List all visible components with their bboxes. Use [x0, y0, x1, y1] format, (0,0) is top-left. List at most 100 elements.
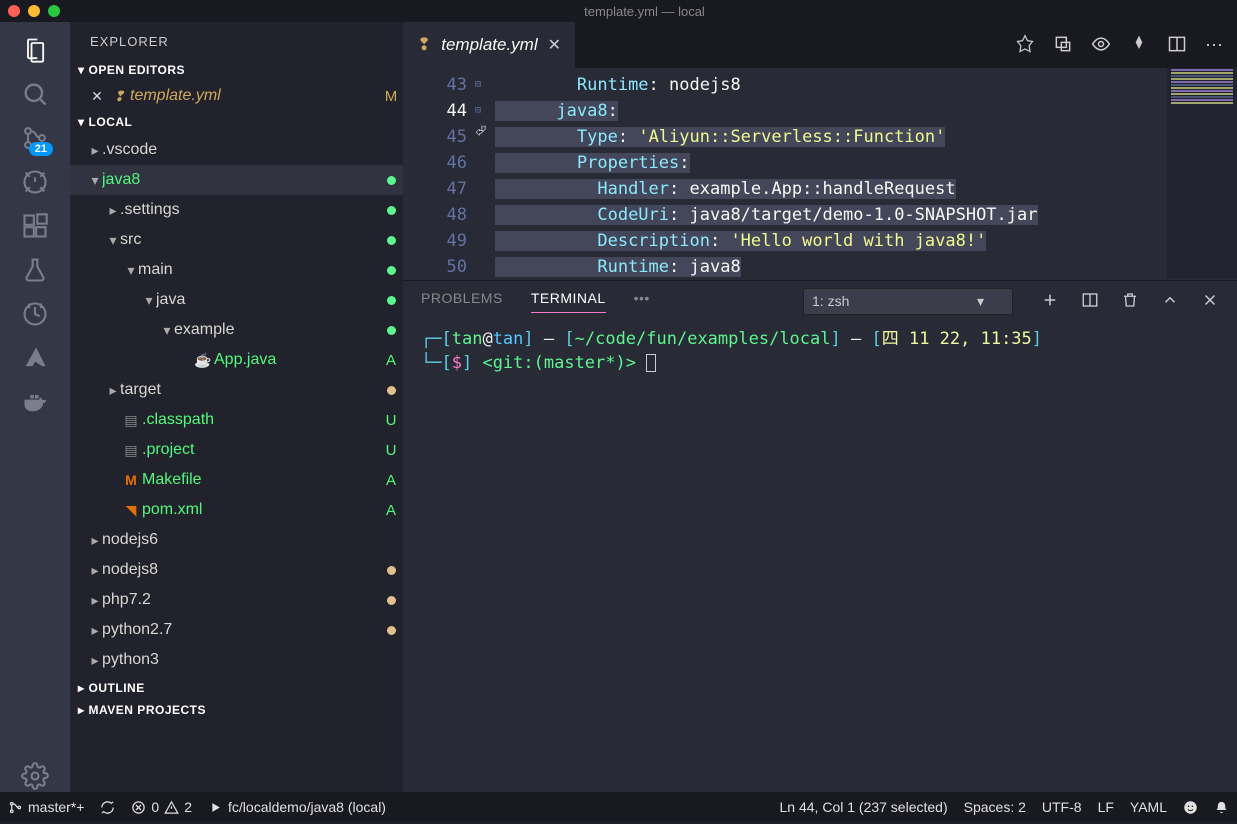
- tree-item[interactable]: ▸.settings: [70, 195, 403, 225]
- feedback-icon[interactable]: [1183, 800, 1198, 815]
- tree-item[interactable]: ▸python3: [70, 645, 403, 675]
- tree-item[interactable]: ▸target: [70, 375, 403, 405]
- git-status-indicator: [379, 172, 403, 189]
- tree-item[interactable]: ▾main: [70, 255, 403, 285]
- mouse-cursor-icon: ⮰: [475, 118, 486, 144]
- cursor-position-status[interactable]: Ln 44, Col 1 (237 selected): [780, 799, 948, 815]
- debug-icon[interactable]: [19, 166, 51, 198]
- editor-tab[interactable]: ❢ template.yml ✕: [403, 22, 575, 68]
- explorer-sidebar: EXPLORER ▾ OPEN EDITORS ✕ ❢ template.yml…: [70, 22, 403, 792]
- new-terminal-icon[interactable]: [1041, 291, 1059, 312]
- close-panel-icon[interactable]: [1201, 291, 1219, 312]
- tree-item-label: pom.xml: [142, 501, 379, 519]
- close-tab-icon[interactable]: ✕: [548, 35, 561, 55]
- tab-problems[interactable]: PROBLEMS: [421, 290, 503, 312]
- tab-terminal[interactable]: TERMINAL: [531, 290, 606, 313]
- encoding-status[interactable]: UTF-8: [1042, 799, 1082, 815]
- chevron-icon: ▸: [106, 202, 120, 219]
- makefile-icon: M: [120, 472, 142, 488]
- sync-status[interactable]: [100, 800, 115, 815]
- notifications-icon[interactable]: [1214, 800, 1229, 815]
- chevron-icon: ▾: [124, 262, 138, 279]
- open-editor-filename: template.yml: [130, 87, 379, 105]
- minimap[interactable]: [1167, 68, 1237, 278]
- maximize-window-button[interactable]: [48, 5, 60, 17]
- yaml-icon: ❢: [417, 35, 431, 55]
- chevron-icon: ▸: [106, 382, 120, 399]
- eol-status[interactable]: LF: [1098, 799, 1114, 815]
- more-icon[interactable]: •••: [634, 290, 650, 312]
- chevron-down-icon: ▾: [78, 115, 85, 129]
- tree-item[interactable]: ▾example: [70, 315, 403, 345]
- test-icon[interactable]: [19, 254, 51, 286]
- editor-tabbar: ❢ template.yml ✕ ⋯: [403, 22, 1237, 68]
- explorer-icon[interactable]: [19, 34, 51, 66]
- kill-terminal-icon[interactable]: [1121, 291, 1139, 312]
- window-controls: [8, 5, 60, 17]
- activity-bar: 21: [0, 22, 70, 792]
- git-status-indicator: [379, 562, 403, 579]
- close-window-button[interactable]: [8, 5, 20, 17]
- file-icon: ▤: [120, 412, 142, 429]
- status-bar: master*+ 0 2 fc/localdemo/java8 (local) …: [0, 792, 1237, 822]
- tree-item[interactable]: ▸nodejs6: [70, 525, 403, 555]
- docker-icon[interactable]: [19, 386, 51, 418]
- tree-item-label: main: [138, 261, 379, 279]
- tree-item[interactable]: MMakefileA: [70, 465, 403, 495]
- git-status-indicator: A: [379, 502, 403, 519]
- tree-item[interactable]: ▸php7.2: [70, 585, 403, 615]
- terminal-output[interactable]: ┌─[tan@tan] – [~/code/fun/examples/local…: [403, 321, 1237, 381]
- outline-section[interactable]: ▸ OUTLINE: [70, 677, 403, 699]
- git-status-indicator: [379, 382, 403, 399]
- action-icon[interactable]: [1129, 34, 1149, 57]
- tree-item[interactable]: ▸nodejs8: [70, 555, 403, 585]
- maven-section[interactable]: ▸ MAVEN PROJECTS: [70, 699, 403, 721]
- chevron-icon: ▸: [88, 532, 102, 549]
- language-status[interactable]: YAML: [1130, 799, 1167, 815]
- tree-item[interactable]: ▾src: [70, 225, 403, 255]
- tree-item[interactable]: ☕App.javaA: [70, 345, 403, 375]
- git-activity-icon[interactable]: [19, 298, 51, 330]
- tree-item[interactable]: ▤.classpathU: [70, 405, 403, 435]
- search-icon[interactable]: [19, 78, 51, 110]
- split-terminal-icon[interactable]: [1081, 291, 1099, 312]
- git-status-indicator: [379, 232, 403, 249]
- chevron-icon: ▾: [106, 232, 120, 249]
- maximize-panel-icon[interactable]: [1161, 291, 1179, 312]
- code-editor[interactable]: 4344454647484950 ⊟ ⊟ Runtime: nodejs8 ja…: [403, 68, 1237, 280]
- close-icon[interactable]: ✕: [86, 88, 108, 105]
- action-icon[interactable]: [1053, 34, 1073, 57]
- chevron-icon: ▸: [88, 622, 102, 639]
- open-editors-section[interactable]: ▾ OPEN EDITORS: [70, 59, 403, 81]
- tree-item[interactable]: ▾java8: [70, 165, 403, 195]
- git-status-indicator: [379, 322, 403, 339]
- scm-badge: 21: [29, 142, 53, 156]
- extensions-icon[interactable]: [19, 210, 51, 242]
- launch-config-status[interactable]: fc/localdemo/java8 (local): [208, 799, 386, 815]
- reveal-icon[interactable]: [1091, 34, 1111, 57]
- minimize-window-button[interactable]: [28, 5, 40, 17]
- bottom-panel: PROBLEMS TERMINAL ••• 1: zsh ▾: [403, 280, 1237, 780]
- git-branch-status[interactable]: master*+: [8, 799, 84, 815]
- tree-item-label: nodejs6: [102, 531, 379, 549]
- settings-gear-icon[interactable]: [19, 760, 51, 792]
- chevron-icon: ▸: [88, 652, 102, 669]
- tree-item[interactable]: ▸.vscode: [70, 135, 403, 165]
- tree-item[interactable]: ▤.projectU: [70, 435, 403, 465]
- tree-item[interactable]: ▸python2.7: [70, 615, 403, 645]
- open-editor-item[interactable]: ✕ ❢ template.yml M: [70, 81, 403, 111]
- scm-icon[interactable]: 21: [19, 122, 51, 154]
- split-editor-icon[interactable]: [1167, 34, 1187, 57]
- workspace-section[interactable]: ▾ LOCAL: [70, 111, 403, 133]
- xml-icon: ◥: [120, 502, 142, 519]
- problems-status[interactable]: 0 2: [131, 799, 192, 815]
- tree-item[interactable]: ▾java: [70, 285, 403, 315]
- azure-icon[interactable]: [19, 342, 51, 374]
- tree-item-label: .vscode: [102, 141, 379, 159]
- terminal-selector[interactable]: 1: zsh ▾: [803, 288, 1013, 315]
- indentation-status[interactable]: Spaces: 2: [964, 799, 1026, 815]
- action-icon[interactable]: [1015, 34, 1035, 57]
- tree-item[interactable]: ◥pom.xmlA: [70, 495, 403, 525]
- more-icon[interactable]: ⋯: [1205, 35, 1223, 56]
- git-status-indicator: U: [379, 412, 403, 429]
